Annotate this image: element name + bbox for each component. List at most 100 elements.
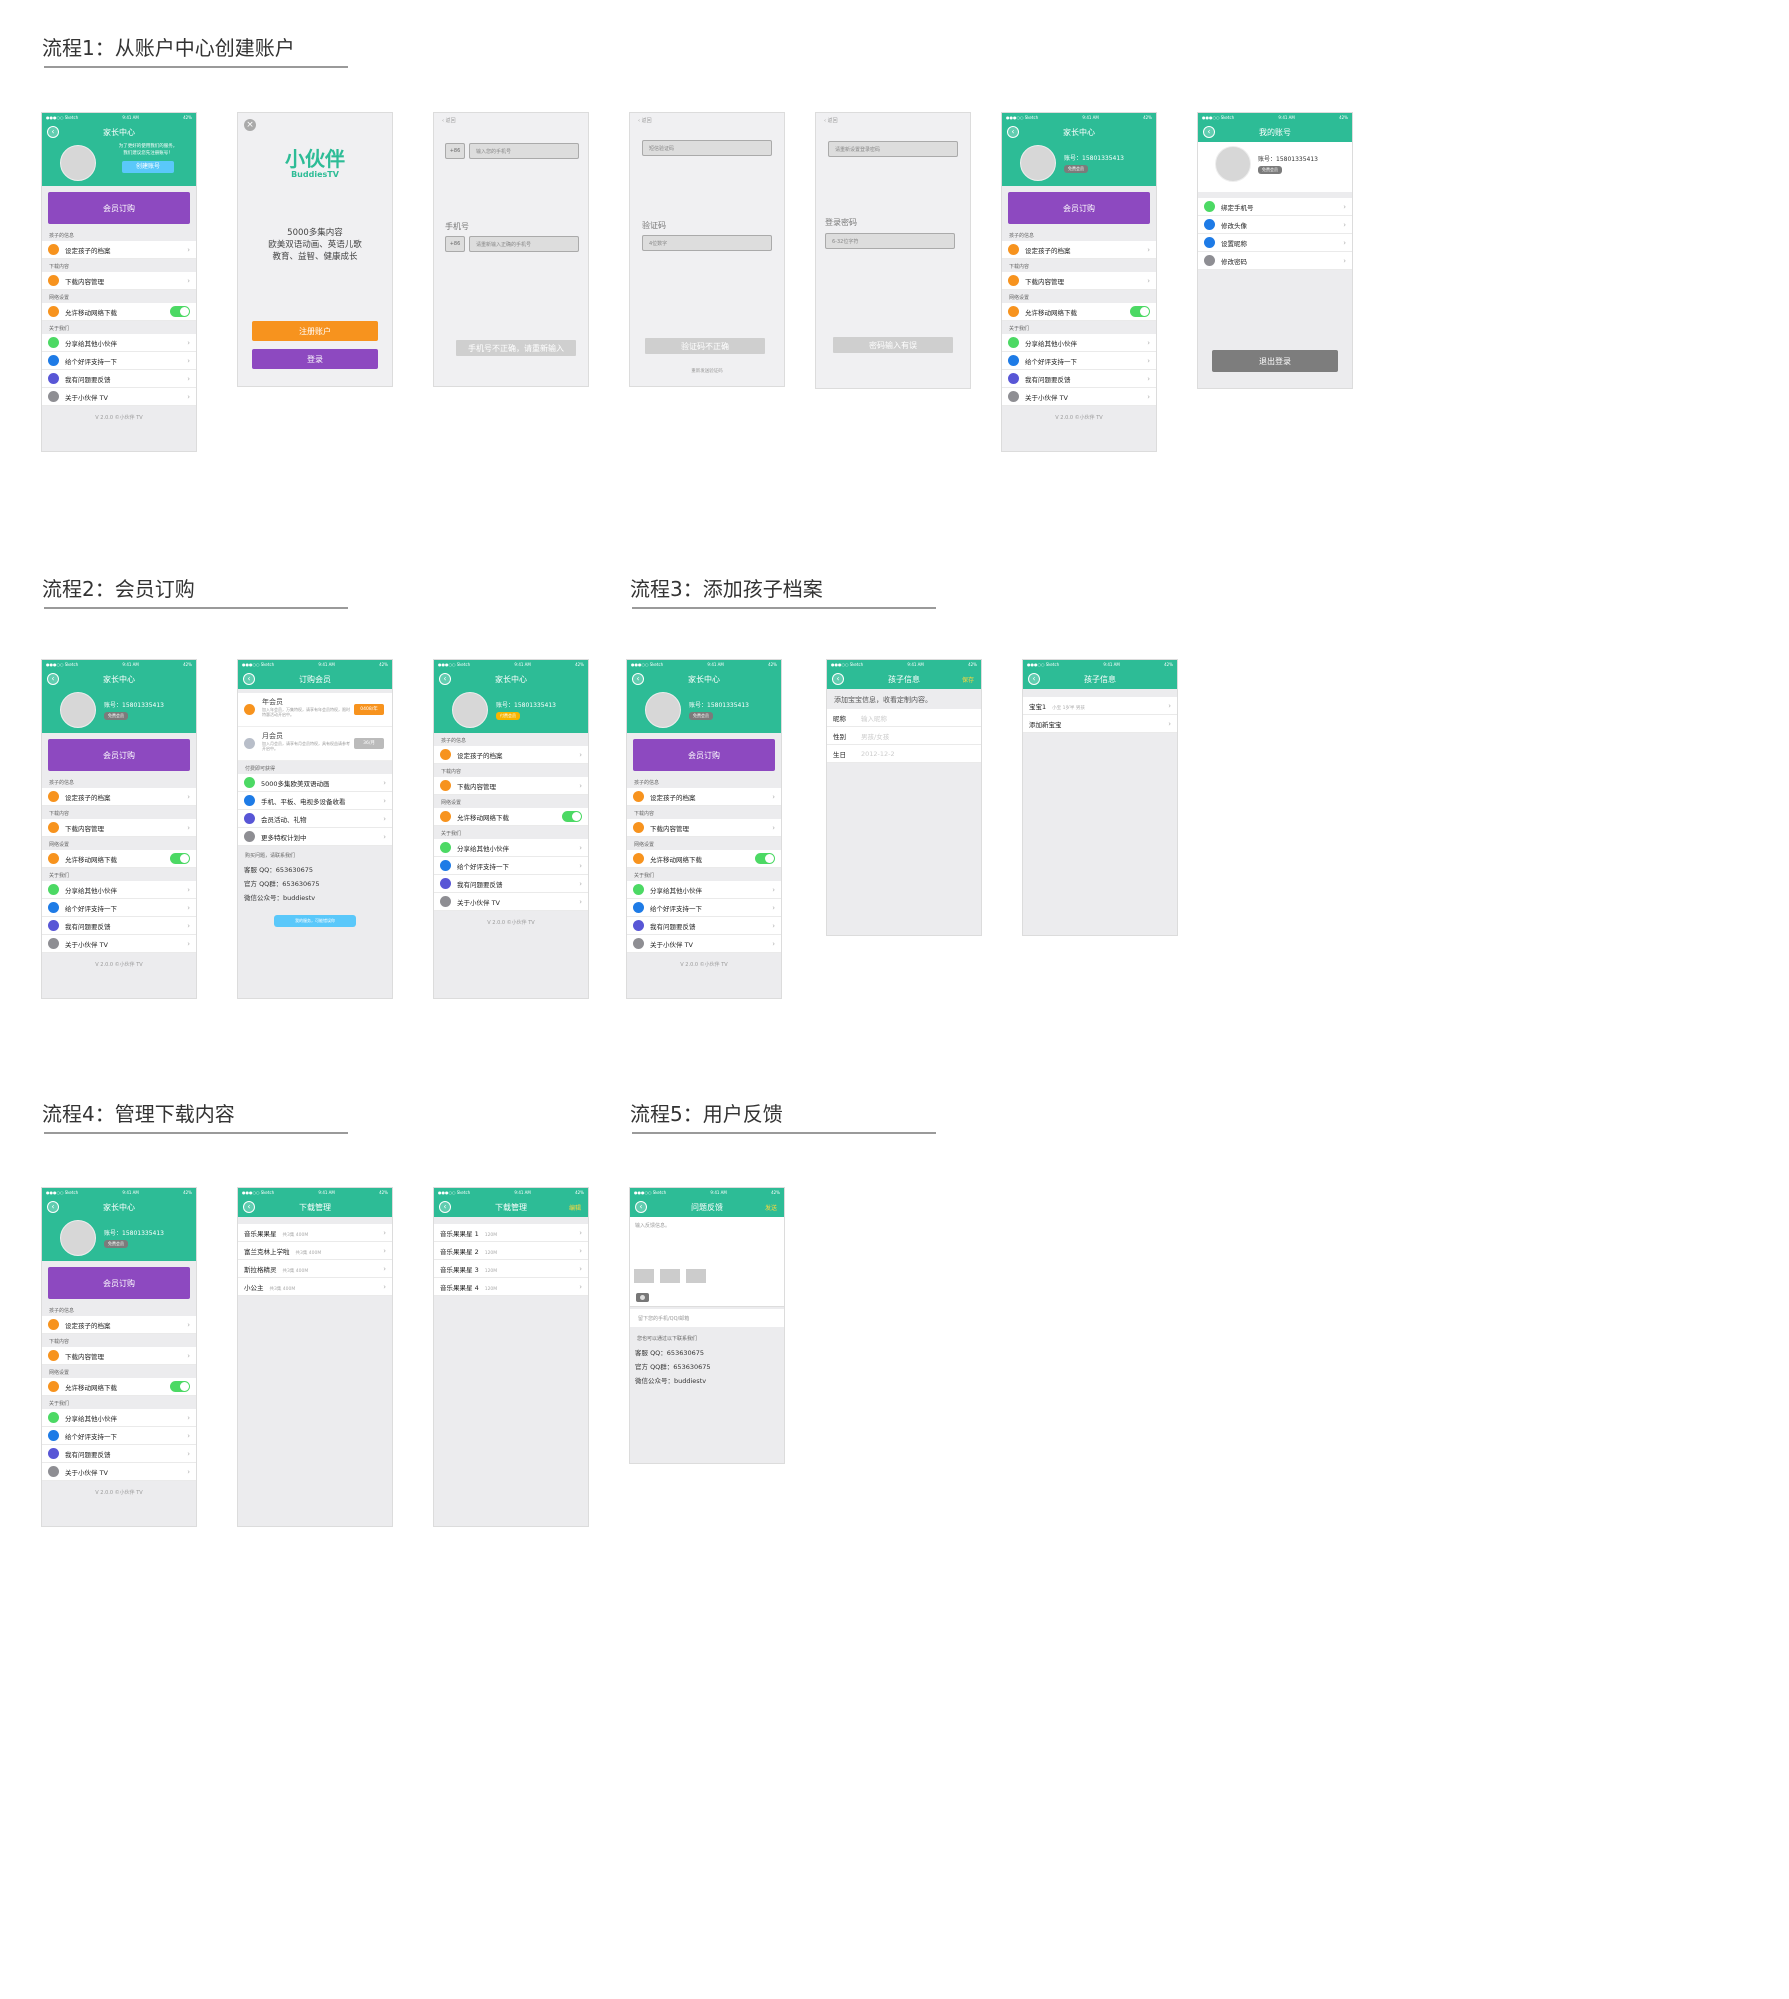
avatar[interactable]	[60, 145, 96, 181]
rate-item[interactable]: 给个好评支持一下 ›	[42, 1427, 196, 1445]
set-child-profile-item[interactable]: 设定孩子的档案 ›	[627, 788, 781, 806]
phone-input[interactable]: 输入您的手机号	[469, 143, 579, 159]
back-link[interactable]: ‹ 返回	[442, 117, 456, 124]
save-button[interactable]: 保存	[962, 675, 974, 684]
perk-item[interactable]: 手机、平板、电视多设备收看 ›	[238, 792, 392, 810]
image-slot[interactable]	[634, 1269, 654, 1283]
share-item[interactable]: 分享给其他小伙伴 ›	[42, 1409, 196, 1427]
birthday-field[interactable]: 生日 2012-12-2	[827, 745, 981, 763]
rate-item[interactable]: 给个好评支持一下 ›	[434, 857, 588, 875]
rate-item[interactable]: 给个好评支持一下 ›	[627, 899, 781, 917]
edit-button[interactable]: 编辑	[569, 1203, 581, 1212]
set-child-profile-item[interactable]: 设定孩子的档案 ›	[434, 746, 588, 764]
register-button[interactable]: 注册账户	[252, 321, 378, 341]
about-item[interactable]: 关于小伙伴 TV ›	[42, 388, 196, 406]
feedback-input[interactable]: 输入反馈信息。	[630, 1217, 784, 1267]
account-setting-item[interactable]: 修改密码 ›	[1198, 252, 1352, 270]
share-item[interactable]: 分享给其他小伙伴 ›	[627, 881, 781, 899]
share-item[interactable]: 分享给其他小伙伴 ›	[42, 881, 196, 899]
back-icon[interactable]: ‹	[47, 126, 59, 138]
close-icon[interactable]: ×	[244, 119, 256, 131]
back-icon[interactable]: ‹	[1203, 126, 1215, 138]
logout-button[interactable]: 退出登录	[1212, 350, 1338, 372]
set-child-profile-item[interactable]: 设定孩子的档案 ›	[42, 241, 196, 259]
download-manage-item[interactable]: 下载内容管理 ›	[42, 1347, 196, 1365]
share-item[interactable]: 分享给其他小伙伴 ›	[42, 334, 196, 352]
rate-item[interactable]: 给个好评支持一下 ›	[42, 899, 196, 917]
mobile-download-toggle[interactable]	[1130, 306, 1150, 317]
back-icon[interactable]: ‹	[47, 1201, 59, 1213]
membership-button[interactable]: 会员订购	[48, 739, 190, 771]
code-input[interactable]: 短信验证码	[642, 140, 772, 156]
avatar[interactable]	[645, 692, 681, 728]
back-icon[interactable]: ‹	[243, 1201, 255, 1213]
image-slot[interactable]	[660, 1269, 680, 1283]
share-item[interactable]: 分享给其他小伙伴 ›	[1002, 334, 1156, 352]
set-child-profile-item[interactable]: 设定孩子的档案 ›	[1002, 241, 1156, 259]
send-button[interactable]: 发送	[765, 1203, 777, 1212]
feedback-item[interactable]: 我有问题要反馈 ›	[42, 370, 196, 388]
mobile-download-toggle[interactable]	[170, 853, 190, 864]
download-manage-item[interactable]: 下载内容管理 ›	[627, 819, 781, 837]
download-item[interactable]: 音乐果果星 共3集 400M ›	[238, 1224, 392, 1242]
about-item[interactable]: 关于小伙伴 TV ›	[42, 1463, 196, 1481]
about-item[interactable]: 关于小伙伴 TV ›	[434, 893, 588, 911]
subscribe-button[interactable]: 我的服务，可能错误你	[274, 915, 356, 927]
add-child-button[interactable]: 添加新宝宝 ›	[1023, 715, 1177, 733]
perk-item[interactable]: 5000多集欧美双语动画 ›	[238, 774, 392, 792]
back-icon[interactable]: ‹	[47, 673, 59, 685]
membership-button[interactable]: 会员订购	[633, 739, 775, 771]
image-slot[interactable]	[686, 1269, 706, 1283]
avatar[interactable]	[1215, 146, 1251, 182]
mobile-download-toggle[interactable]	[170, 306, 190, 317]
back-link[interactable]: ‹ 返回	[824, 117, 838, 124]
download-manage-item[interactable]: 下载内容管理 ›	[42, 819, 196, 837]
membership-button[interactable]: 会员订购	[48, 1267, 190, 1299]
perk-item[interactable]: 更多特权计划中 ›	[238, 828, 392, 846]
plan-monthly[interactable]: 月会员 加入月会员，请享有月会员特权，具有权益请参考开启中。 36/月	[238, 727, 392, 761]
rate-item[interactable]: 给个好评支持一下 ›	[1002, 352, 1156, 370]
feedback-item[interactable]: 我有问题要反馈 ›	[434, 875, 588, 893]
account-setting-item[interactable]: 修改头像 ›	[1198, 216, 1352, 234]
avatar[interactable]	[1020, 145, 1056, 181]
account-setting-item[interactable]: 设置昵称 ›	[1198, 234, 1352, 252]
create-account-button[interactable]: 创建账号	[122, 161, 174, 173]
avatar[interactable]	[60, 1220, 96, 1256]
set-child-profile-item[interactable]: 设定孩子的档案 ›	[42, 1316, 196, 1334]
mobile-download-toggle[interactable]	[755, 853, 775, 864]
avatar[interactable]	[60, 692, 96, 728]
episode-item[interactable]: 音乐果果星 1 120M ›	[434, 1224, 588, 1242]
resend-link[interactable]: 重新发送验证码	[630, 368, 784, 374]
yearly-price-button[interactable]: 0408/年	[354, 704, 384, 715]
country-code[interactable]: +86	[445, 143, 465, 159]
feedback-item[interactable]: 我有问题要反馈 ›	[1002, 370, 1156, 388]
download-item[interactable]: 富兰克林上学啦 共3集 400M ›	[238, 1242, 392, 1260]
back-icon[interactable]: ‹	[632, 673, 644, 685]
download-item[interactable]: 斯拉格精灵 共3集 400M ›	[238, 1260, 392, 1278]
about-item[interactable]: 关于小伙伴 TV ›	[627, 935, 781, 953]
back-icon[interactable]: ‹	[832, 673, 844, 685]
password-input[interactable]: 6-32位字符	[825, 233, 955, 249]
monthly-price-button[interactable]: 36/月	[354, 738, 384, 749]
about-item[interactable]: 关于小伙伴 TV ›	[42, 935, 196, 953]
gender-field[interactable]: 性别 男孩/女孩	[827, 727, 981, 745]
mobile-download-toggle[interactable]	[170, 1381, 190, 1392]
nickname-field[interactable]: 昵称 输入昵称	[827, 709, 981, 727]
mobile-download-toggle[interactable]	[562, 811, 582, 822]
avatar[interactable]	[452, 692, 488, 728]
password-input[interactable]: 请重新设置登录密码	[828, 141, 958, 157]
country-code[interactable]: +86	[445, 236, 465, 252]
rate-item[interactable]: 给个好评支持一下 ›	[42, 352, 196, 370]
membership-button[interactable]: 会员订购	[48, 192, 190, 224]
back-icon[interactable]: ‹	[635, 1201, 647, 1213]
download-manage-item[interactable]: 下载内容管理 ›	[1002, 272, 1156, 290]
feedback-item[interactable]: 我有问题要反馈 ›	[42, 917, 196, 935]
phone-input[interactable]: 请重新输入正确的手机号	[469, 236, 579, 252]
feedback-item[interactable]: 我有问题要反馈 ›	[42, 1445, 196, 1463]
back-link[interactable]: ‹ 返回	[638, 117, 652, 124]
login-button[interactable]: 登录	[252, 349, 378, 369]
account-setting-item[interactable]: 绑定手机号 ›	[1198, 198, 1352, 216]
share-item[interactable]: 分享给其他小伙伴 ›	[434, 839, 588, 857]
download-manage-item[interactable]: 下载内容管理 ›	[434, 777, 588, 795]
episode-item[interactable]: 音乐果果星 2 120M ›	[434, 1242, 588, 1260]
